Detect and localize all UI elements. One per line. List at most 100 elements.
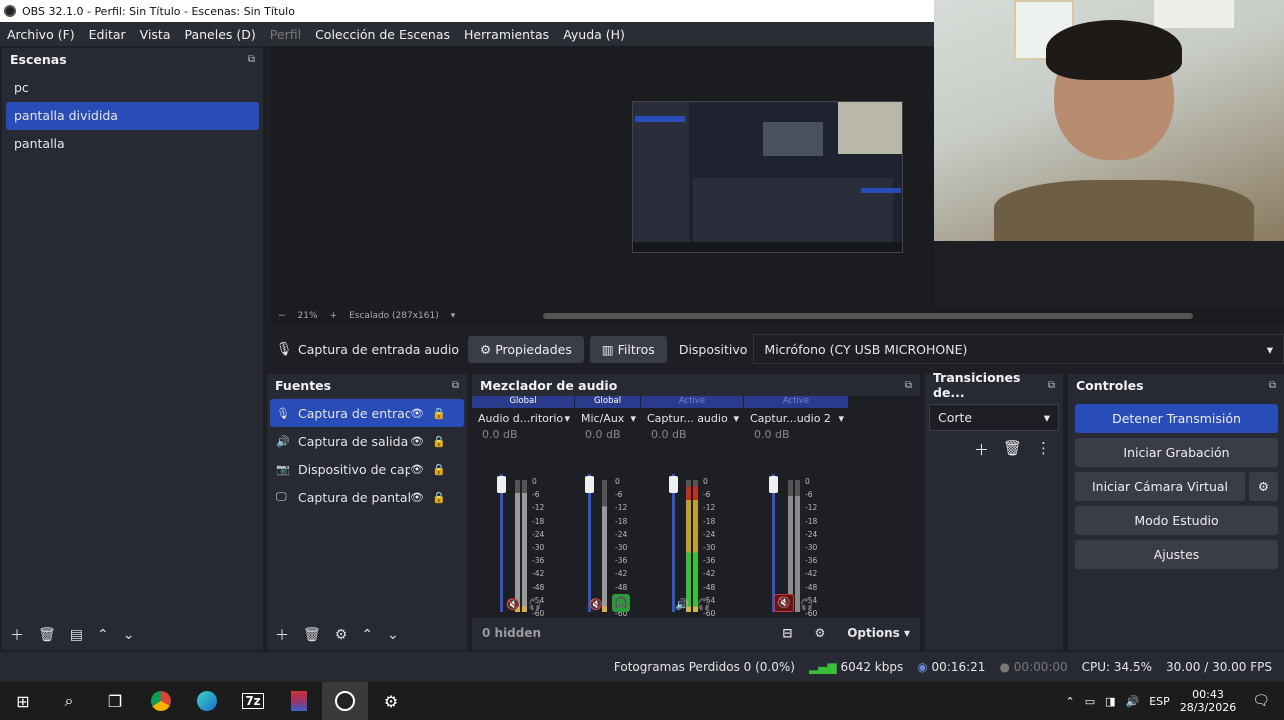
headphones-icon[interactable]: 🎧 — [528, 598, 542, 611]
scene-item-pantalla[interactable]: pantalla — [6, 130, 259, 158]
zoom-dropdown-icon[interactable]: ▾ — [451, 311, 456, 321]
menu-vista[interactable]: Vista — [133, 27, 178, 42]
mute-speaker-icon[interactable]: 🔇 — [589, 598, 603, 611]
settings-button[interactable]: Ajustes — [1075, 540, 1278, 569]
tray-chevron-up-icon[interactable]: ⌃ — [1066, 695, 1075, 708]
move-down-icon[interactable]: ⌄ — [387, 627, 399, 643]
volume-fader-track[interactable] — [672, 474, 675, 612]
channel-name-dropdown[interactable]: Captur...udio 2 ▾ — [744, 408, 848, 428]
visibility-eye-icon[interactable]: 👁 — [410, 407, 432, 420]
menu-ayuda[interactable]: Ayuda (H) — [556, 27, 632, 42]
undock-icon[interactable]: ⧉ — [1048, 380, 1055, 391]
remove-transition-icon[interactable]: 🗑 — [1003, 439, 1022, 460]
task-view-icon[interactable]: ❐ — [92, 682, 138, 720]
cpu-usage: CPU: 34.5% — [1081, 660, 1153, 674]
virtual-camera-settings-icon[interactable]: ⚙ — [1249, 472, 1278, 501]
channel-db: 0.0 dB — [651, 428, 687, 441]
volume-fader-knob[interactable] — [769, 476, 778, 493]
scene-item-pc[interactable]: pc — [6, 74, 259, 102]
lock-icon[interactable]: 🔒 — [432, 463, 446, 476]
obs-taskbar-icon[interactable] — [322, 682, 368, 720]
speaker-icon[interactable]: 🔊 — [675, 598, 689, 611]
channel-name-dropdown[interactable]: Mic/Aux ▾ — [575, 408, 640, 428]
search-icon[interactable]: ⌕ — [46, 682, 92, 720]
source-settings-icon[interactable]: ⚙ — [335, 627, 348, 643]
remove-scene-icon[interactable]: 🗑 — [38, 627, 56, 643]
channel-name-dropdown[interactable]: Audio d...ritorio ▾ — [472, 408, 574, 428]
filters-button[interactable]: ▥ Filtros — [589, 335, 667, 363]
menu-editar[interactable]: Editar — [82, 27, 133, 42]
menu-archivo[interactable]: Archivo (F) — [0, 27, 82, 42]
scene-filters-icon[interactable]: ▤ — [70, 627, 83, 643]
audio-level-meter — [686, 480, 691, 612]
headphones-icon[interactable]: 🎧 — [697, 598, 711, 611]
visibility-eye-icon[interactable]: 👁 — [410, 435, 432, 448]
volume-fader-knob[interactable] — [497, 476, 506, 493]
device-select[interactable]: Micrófono (CY USB MICROHONE) ▾ — [753, 334, 1284, 364]
layout-toggle-icon[interactable]: ⊟ — [782, 626, 792, 640]
more-options-icon[interactable]: ⋮ — [1036, 439, 1051, 460]
settings-gear-icon[interactable]: ⚙ — [368, 682, 414, 720]
lock-icon[interactable]: 🔒 — [432, 435, 446, 448]
menu-coleccion-escenas[interactable]: Colección de Escenas — [308, 27, 457, 42]
source-item[interactable]: 🎙 Captura de entrada 👁 🔒 — [270, 399, 464, 427]
menu-paneles[interactable]: Paneles (D) — [178, 27, 263, 42]
start-virtual-camera-button[interactable]: Iniciar Cámara Virtual — [1075, 472, 1245, 501]
7zip-icon[interactable]: 7z — [230, 682, 276, 720]
headphones-monitor-active-icon[interactable]: 🎧 — [612, 594, 630, 612]
visibility-eye-icon[interactable]: 👁 — [410, 491, 432, 504]
battery-icon[interactable]: ▭ — [1085, 695, 1095, 708]
notifications-icon[interactable]: 🗨 — [1252, 693, 1270, 709]
mixer-options-button[interactable]: Options ▾ — [847, 626, 910, 640]
mic-icon: 🎙 — [275, 341, 293, 357]
volume-fader-track[interactable] — [772, 474, 775, 612]
source-item[interactable]: 🖵 Captura de pantalla 👁 🔒 — [270, 483, 464, 511]
undock-icon[interactable]: ⧉ — [248, 54, 255, 65]
volume-fader-track[interactable] — [588, 474, 591, 612]
zoom-level: 21% — [297, 311, 318, 321]
volume-icon[interactable]: 🔊 — [1126, 695, 1140, 708]
clock[interactable]: 00:43 28/3/2026 — [1180, 688, 1236, 714]
scene-item-pantalla-dividida[interactable]: pantalla dividida — [6, 102, 259, 130]
add-source-icon[interactable]: ＋ — [275, 625, 289, 645]
undock-icon[interactable]: ⧉ — [452, 380, 459, 391]
move-up-icon[interactable]: ⌃ — [361, 627, 373, 643]
source-item[interactable]: 🔊 Captura de salida de 👁 🔒 — [270, 427, 464, 455]
winrar-icon[interactable] — [276, 682, 322, 720]
source-item[interactable]: 📷 Dispositivo de captu 👁 🔒 — [270, 455, 464, 483]
add-transition-icon[interactable]: ＋ — [974, 439, 989, 460]
undock-icon[interactable]: ⧉ — [1269, 380, 1276, 391]
transition-select[interactable]: Corte ▾ — [929, 404, 1059, 431]
remove-source-icon[interactable]: 🗑 — [303, 627, 321, 643]
zoom-in-icon[interactable]: + — [330, 311, 338, 321]
start-recording-button[interactable]: Iniciar Grabación — [1075, 438, 1278, 467]
edge-icon[interactable] — [184, 682, 230, 720]
network-icon[interactable]: ◨ — [1105, 695, 1115, 708]
lock-icon[interactable]: 🔒 — [432, 407, 446, 420]
visibility-eye-icon[interactable]: 👁 — [410, 463, 432, 476]
windows-start-icon[interactable]: ⊞ — [0, 682, 46, 720]
undock-icon[interactable]: ⧉ — [905, 380, 912, 391]
studio-mode-button[interactable]: Modo Estudio — [1075, 506, 1278, 535]
add-scene-icon[interactable]: ＋ — [10, 625, 24, 645]
stop-stream-button[interactable]: Detener Transmisión — [1075, 404, 1278, 433]
move-up-icon[interactable]: ⌃ — [97, 627, 109, 643]
volume-fader-knob[interactable] — [669, 476, 678, 493]
mute-speaker-icon[interactable]: 🔇 — [506, 598, 520, 611]
chrome-icon[interactable] — [138, 682, 184, 720]
muted-speaker-icon[interactable]: 🔇 — [774, 594, 794, 612]
zoom-out-icon[interactable]: − — [278, 311, 286, 321]
preview-horizontal-scrollbar[interactable] — [543, 313, 1194, 319]
lock-icon[interactable]: 🔒 — [432, 491, 446, 504]
obs-logo-icon — [4, 5, 16, 17]
volume-fader-knob[interactable] — [585, 476, 594, 493]
channel-name-dropdown[interactable]: Captur... audio ▾ — [641, 408, 743, 428]
volume-fader-track[interactable] — [500, 474, 503, 612]
language-indicator[interactable]: ESP — [1149, 695, 1170, 708]
properties-button[interactable]: ⚙ Propiedades — [468, 335, 584, 363]
audio-level-meter — [602, 480, 607, 612]
move-down-icon[interactable]: ⌄ — [123, 627, 135, 643]
mixer-settings-icon[interactable]: ⚙ — [814, 626, 825, 640]
menu-herramientas[interactable]: Herramientas — [457, 27, 556, 42]
headphones-icon[interactable]: 🎧 — [800, 598, 814, 611]
